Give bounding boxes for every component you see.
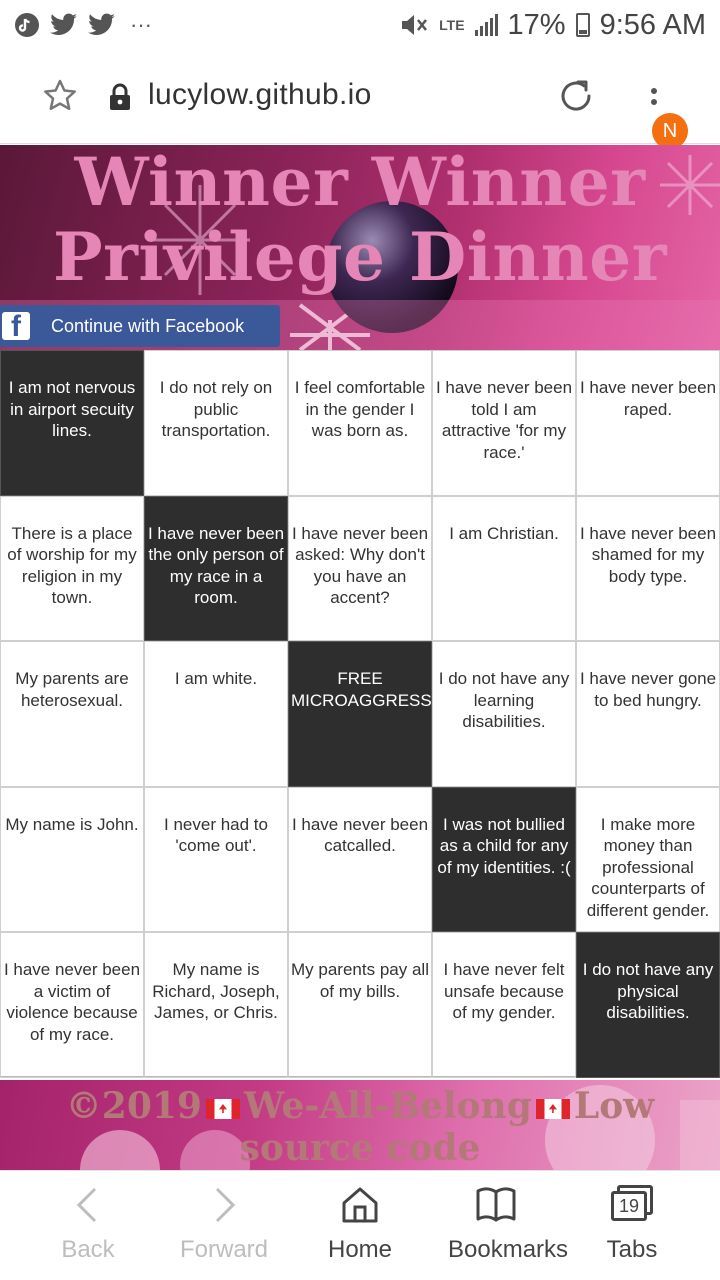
bingo-cell[interactable]: I have never been shamed for my body typ… [576,495,720,642]
home-icon [342,1187,378,1223]
footer-credits: ©2019 We-All-Belong Low source code [0,1085,720,1169]
more-menu-icon[interactable] [651,88,657,110]
more-notifications: ··· [130,12,152,37]
back-label: Back [61,1236,115,1263]
tabs-button[interactable]: 19 Tabs [544,1171,720,1280]
bingo-cell[interactable]: I do not rely on public transportation. [144,350,288,496]
footer-link-name[interactable]: We-All-Belong [244,1085,532,1127]
copyright-text: ©2019 [65,1085,202,1127]
facebook-login-label: Continue with Facebook [51,315,245,336]
bookmark-star-icon[interactable] [42,78,78,114]
source-code-link[interactable]: source code [0,1127,720,1169]
bingo-cell[interactable]: I was not bullied as a child for any of … [432,786,576,933]
forward-label: Forward [179,1236,269,1263]
battery-percent: 17% [507,8,566,41]
twitter-icon-2 [88,13,115,35]
title-line-1: Winner Winner [74,145,646,221]
forward-button[interactable]: Forward [176,1171,272,1280]
clock: 9:56 AM [599,8,706,41]
browser-bottom-nav: Back Forward Home Bookmarks 19 Tabs [0,1170,720,1280]
notification-icons: ··· [14,12,152,38]
bingo-cell[interactable]: I am not nervous in airport secuity line… [0,350,144,496]
url-field[interactable]: lucylow.github.io [148,78,372,112]
battery-icon [575,13,590,37]
bingo-cell[interactable]: I have never been catcalled. [288,786,432,933]
bingo-cell[interactable]: My parents pay all of my bills. [288,932,432,1078]
facebook-login-button[interactable]: f Continue with Facebook [0,305,280,347]
bingo-cell[interactable]: I do not have any learning disabilities. [432,641,576,787]
tabs-icon: 19 [611,1185,653,1221]
mute-icon [402,15,428,35]
reload-icon[interactable] [556,76,596,116]
footer-banner: ©2019 We-All-Belong Low source code [0,1080,720,1170]
back-button[interactable]: Back [0,1171,176,1280]
bookmarks-button[interactable]: Bookmarks [448,1171,569,1280]
back-arrow-icon [76,1187,97,1223]
tiktok-icon [15,13,39,37]
home-label: Home [327,1236,393,1263]
bingo-cell[interactable]: I have never been the only person of my … [144,495,288,642]
bookmarks-icon [476,1187,516,1222]
facebook-icon: f [2,312,30,342]
bingo-cell[interactable]: I do not have any physical disabilities. [576,932,720,1078]
hero-banner: Winner Winner Privilege Dinner f Continu… [0,145,720,350]
page-title: Winner Winner Privilege Dinner [0,145,720,295]
network-type: LTE [439,17,465,33]
bingo-cell[interactable]: I have never been asked: Why don't you h… [288,495,432,642]
bingo-cell[interactable]: I have never been told I am attractive '… [432,350,576,496]
forward-arrow-icon [215,1187,236,1223]
signal-icon [474,14,498,36]
profile-avatar[interactable]: N [652,113,688,149]
bingo-cell[interactable]: I have never felt unsafe because of my g… [432,932,576,1078]
bingo-cell[interactable]: My parents are heterosexual. [0,641,144,787]
tabs-label: Tabs [606,1236,658,1263]
status-bar: ··· LTE 17% 9:56 AM [0,0,720,50]
canada-flag-icon-2 [535,1099,570,1119]
twitter-icon [50,13,77,35]
bingo-cell[interactable]: I make more money than professional coun… [576,786,720,933]
tab-count: 19 [611,1191,647,1221]
title-line-2: Privilege Dinner [52,218,668,296]
bingo-cell[interactable]: I am Christian. [432,495,576,642]
bingo-cell[interactable]: My name is Richard, Joseph, James, or Ch… [144,932,288,1078]
canada-flag-icon [205,1099,240,1119]
bingo-cell[interactable]: I feel comfortable in the gender I was b… [288,350,432,496]
bingo-cell[interactable]: FREE MICROAGGRESSI [288,641,432,787]
address-bar: lucylow.github.io N [0,50,720,149]
bingo-cell[interactable]: I have never gone to bed hungry. [576,641,720,787]
bingo-board: I am not nervous in airport secuity line… [0,350,720,1078]
bingo-cell[interactable]: I am white. [144,641,288,787]
bingo-cell[interactable]: There is a place of worship for my relig… [0,495,144,642]
bookmarks-label: Bookmarks [448,1236,569,1263]
bingo-cell[interactable]: I have never been raped. [576,350,720,496]
home-button[interactable]: Home [272,1171,448,1280]
footer-author[interactable]: Low [574,1085,654,1127]
bingo-cell[interactable]: My name is John. [0,786,144,933]
bingo-cell[interactable]: I have never been a victim of violence b… [0,932,144,1078]
bingo-cell[interactable]: I never had to 'come out'. [144,786,288,933]
lock-icon [110,83,130,110]
